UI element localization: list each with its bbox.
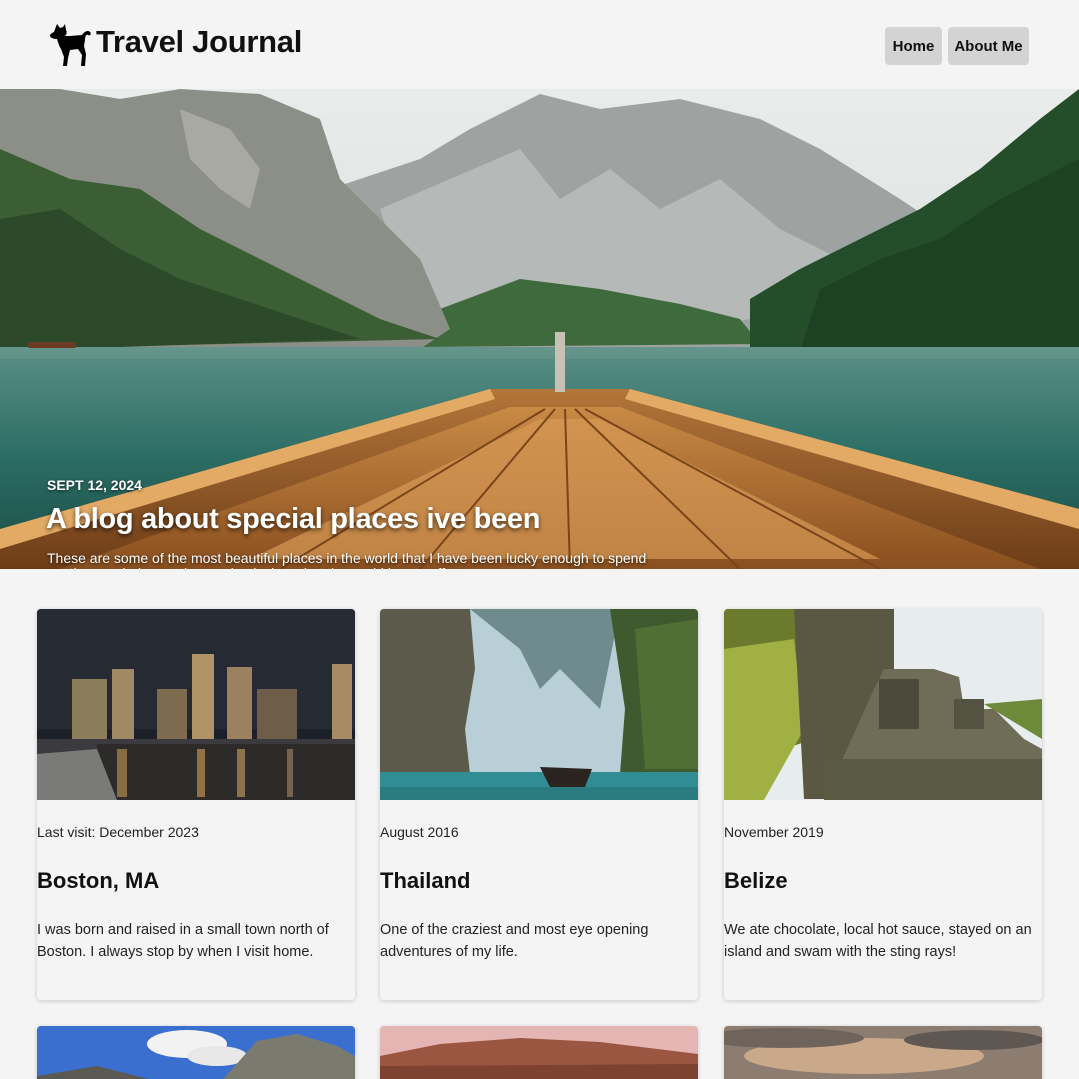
card-date: November 2019 (724, 824, 824, 840)
hero-image (0, 89, 1079, 569)
card-date: Last visit: December 2023 (37, 824, 199, 840)
card-thailand[interactable]: August 2016 Thailand One of the craziest… (380, 609, 698, 1000)
card-title[interactable]: Thailand (380, 868, 470, 894)
site-header: Travel Journal Home About Me (0, 0, 1079, 89)
card-description: We ate chocolate, local hot sauce, staye… (724, 922, 1032, 960)
card-image (724, 1026, 1042, 1079)
dog-icon[interactable] (48, 22, 94, 68)
card-image (724, 609, 1042, 800)
hero-subtitle: These are some of the most beautiful pla… (47, 550, 647, 570)
card-description: One of the craziest and most eye opening… (380, 922, 649, 960)
card-image (380, 609, 698, 800)
nav-about-button[interactable]: About Me (948, 27, 1029, 65)
card-image (380, 1026, 698, 1079)
card-image (37, 1026, 355, 1079)
card-title[interactable]: Boston, MA (37, 868, 159, 894)
site-title[interactable]: Travel Journal (96, 24, 302, 60)
card-partial-2[interactable] (380, 1026, 698, 1079)
nav-home-button[interactable]: Home (885, 27, 942, 65)
card-title[interactable]: Belize (724, 868, 788, 894)
card-description: I was born and raised in a small town no… (37, 922, 329, 960)
hero-title: A blog about special places ive been (46, 503, 541, 535)
card-date: August 2016 (380, 824, 459, 840)
card-partial-1[interactable] (37, 1026, 355, 1079)
card-boston[interactable]: Last visit: December 2023 Boston, MA I w… (37, 609, 355, 1000)
card-partial-3[interactable] (724, 1026, 1042, 1079)
hero-date: SEPT 12, 2024 (47, 477, 142, 493)
card-image (37, 609, 355, 800)
card-belize[interactable]: November 2019 Belize We ate chocolate, l… (724, 609, 1042, 1000)
hero-banner: SEPT 12, 2024 A blog about special place… (0, 89, 1079, 569)
